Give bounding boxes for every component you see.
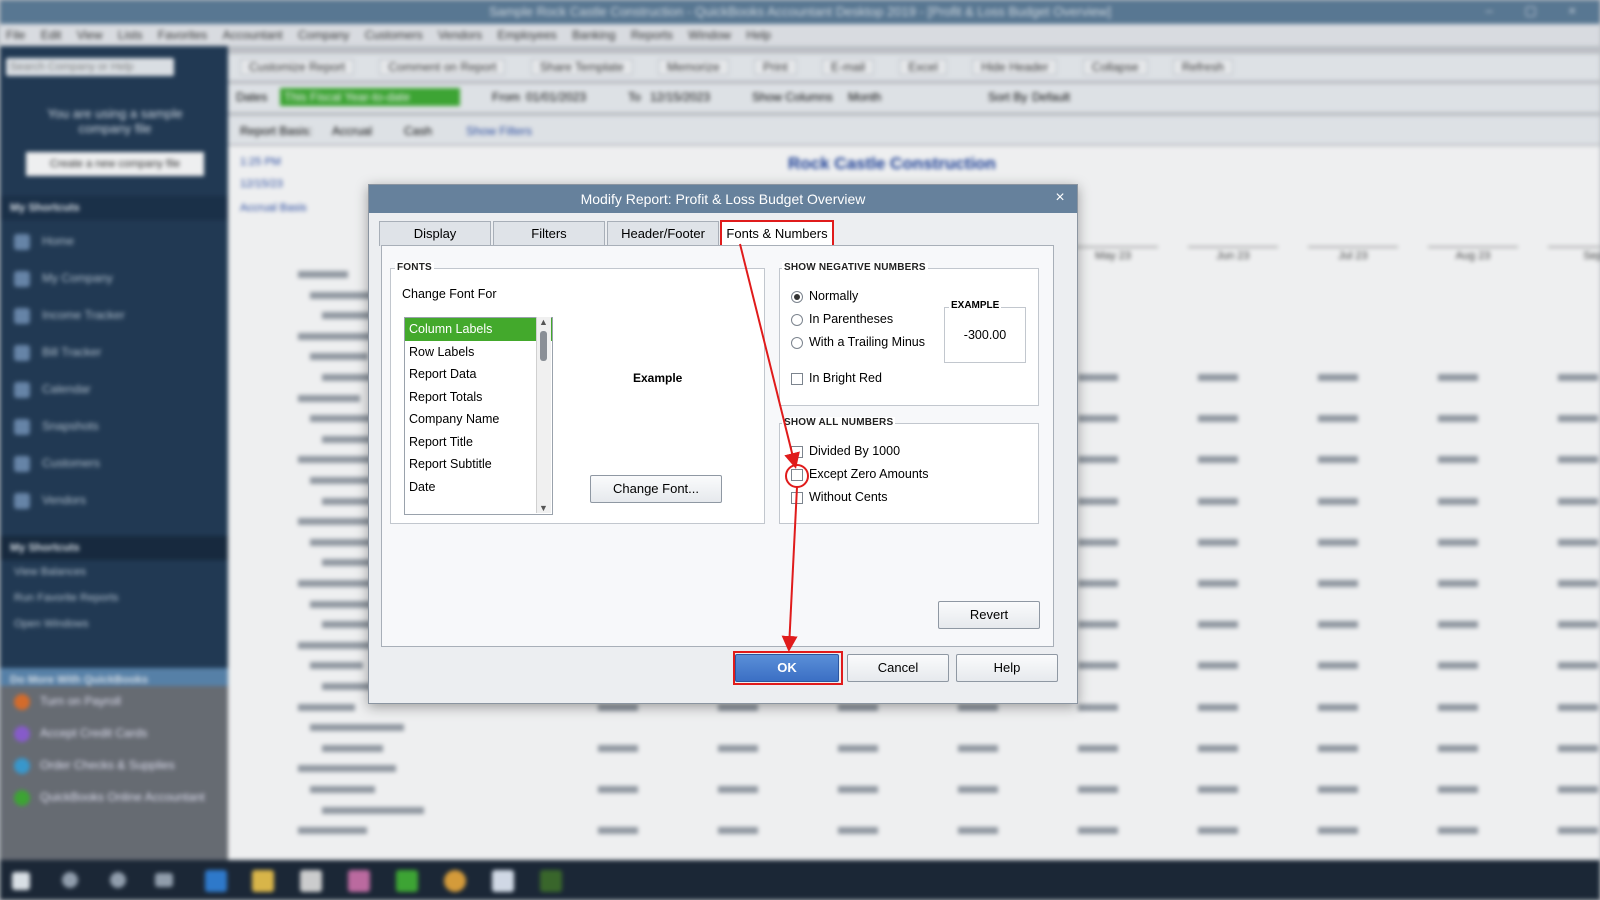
tab-header-footer[interactable]: Header/Footer	[607, 221, 719, 246]
except-zero-amounts-option[interactable]: Except Zero Amounts	[791, 467, 929, 481]
negative-parentheses-option[interactable]: In Parentheses	[791, 312, 893, 326]
radio-icon[interactable]	[791, 313, 803, 326]
radio-icon[interactable]	[791, 336, 803, 349]
example-title: EXAMPLE	[949, 300, 1002, 311]
scroll-thumb[interactable]	[540, 331, 547, 361]
font-item-report-subtitle[interactable]: Report Subtitle	[405, 453, 552, 476]
font-target-list[interactable]: Column Labels Row Labels Report Data Rep…	[404, 317, 553, 515]
font-example-text: Example	[633, 371, 683, 385]
close-icon[interactable]: ×	[1049, 187, 1071, 209]
negative-example-box: EXAMPLE -300.00	[944, 300, 1026, 363]
checkbox-icon[interactable]	[791, 372, 803, 385]
ok-highlight-box	[733, 651, 843, 685]
change-font-button[interactable]: Change Font...	[590, 475, 722, 503]
fonts-group-title: FONTS	[395, 262, 434, 273]
fonts-numbers-panel: FONTS Change Font For Column Labels Row …	[381, 245, 1054, 647]
scroll-up-icon[interactable]: ▲	[539, 317, 548, 327]
fonts-group: FONTS Change Font For Column Labels Row …	[390, 262, 765, 524]
checkbox-icon[interactable]	[791, 491, 803, 504]
all-numbers-group: SHOW ALL NUMBERS Divided By 1000 Except …	[779, 417, 1039, 524]
font-list-scrollbar[interactable]: ▲ ▼	[536, 317, 551, 513]
checkbox-icon[interactable]	[791, 445, 803, 458]
tab-filters[interactable]: Filters	[493, 221, 605, 246]
radio-selected-icon[interactable]	[791, 290, 803, 303]
negative-trailing-minus-option[interactable]: With a Trailing Minus	[791, 335, 925, 349]
example-value: -300.00	[963, 328, 1007, 342]
modify-report-dialog: Modify Report: Profit & Loss Budget Over…	[368, 184, 1078, 704]
font-item-report-data[interactable]: Report Data	[405, 363, 552, 386]
negative-numbers-group: SHOW NEGATIVE NUMBERS Normally In Parent…	[779, 262, 1039, 406]
help-button[interactable]: Help	[956, 654, 1058, 682]
font-item-report-title[interactable]: Report Title	[405, 431, 552, 454]
negative-numbers-title: SHOW NEGATIVE NUMBERS	[782, 262, 928, 273]
change-font-for-label: Change Font For	[402, 287, 497, 301]
font-item-column-labels[interactable]: Column Labels	[405, 318, 552, 341]
tab-display[interactable]: Display	[379, 221, 491, 246]
without-cents-option[interactable]: Without Cents	[791, 490, 888, 504]
font-item-row-labels[interactable]: Row Labels	[405, 341, 552, 364]
revert-button[interactable]: Revert	[938, 601, 1040, 629]
dialog-title: Modify Report: Profit & Loss Budget Over…	[369, 185, 1077, 213]
scroll-down-icon[interactable]: ▼	[539, 503, 548, 513]
checkbox-icon[interactable]	[791, 468, 803, 481]
all-numbers-title: SHOW ALL NUMBERS	[782, 417, 896, 428]
font-item-company-name[interactable]: Company Name	[405, 408, 552, 431]
negative-normally-option[interactable]: Normally	[791, 289, 858, 303]
divided-by-1000-option[interactable]: Divided By 1000	[791, 444, 900, 458]
bright-red-option[interactable]: In Bright Red	[791, 371, 882, 385]
font-item-date[interactable]: Date	[405, 476, 552, 499]
font-item-report-totals[interactable]: Report Totals	[405, 386, 552, 409]
cancel-button[interactable]: Cancel	[847, 654, 949, 682]
